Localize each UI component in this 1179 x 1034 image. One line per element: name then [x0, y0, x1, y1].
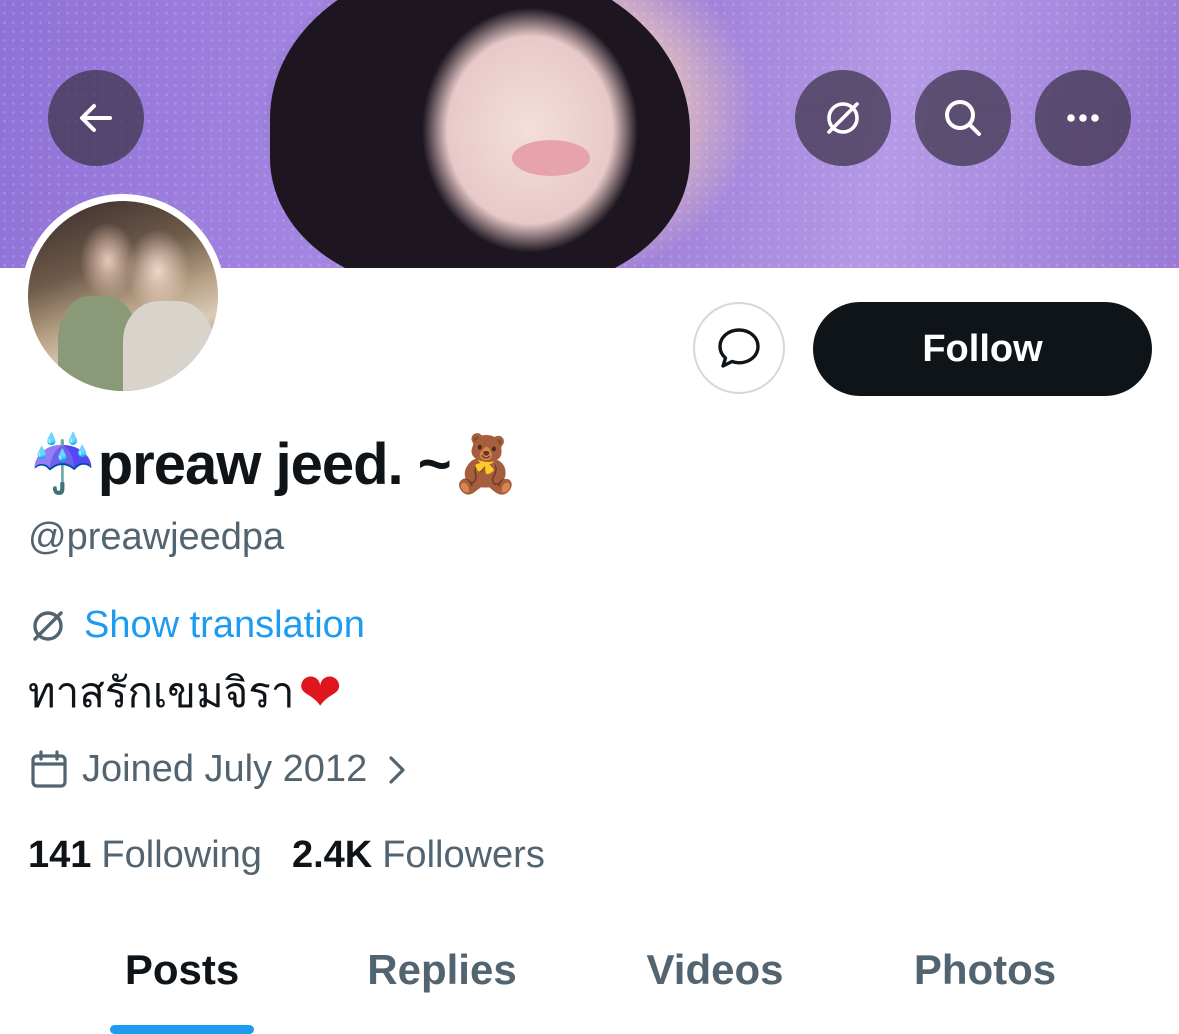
user-handle: @preawjeedpa	[28, 516, 285, 558]
search-icon	[945, 100, 981, 136]
joined-date-text: Joined July 2012	[82, 748, 368, 790]
show-translation-label: Show translation	[84, 604, 365, 646]
back-button[interactable]	[48, 70, 144, 166]
active-tab-indicator	[110, 1025, 254, 1034]
profile-tabs: Posts Replies Videos Photos	[0, 930, 1179, 1034]
avatar-figure-right	[123, 301, 213, 391]
following-count: 141	[28, 834, 92, 876]
joined-date-row[interactable]: Joined July 2012	[30, 748, 409, 791]
more-button[interactable]	[1035, 70, 1131, 166]
banner-photo-detail	[512, 140, 590, 176]
following-label: Following	[101, 834, 262, 876]
translate-button[interactable]	[795, 70, 891, 166]
display-name: ☔ preaw jeed. ~ 🧸	[28, 428, 520, 500]
chevron-right-icon	[389, 755, 405, 784]
tab-posts[interactable]: Posts	[82, 930, 282, 1010]
tab-replies[interactable]: Replies	[332, 930, 552, 1010]
display-name-text: preaw jeed. ~	[97, 431, 452, 497]
umbrella-emoji: ☔	[28, 432, 98, 495]
profile-bio: ทาสรักเขมจิรา ❤	[28, 660, 342, 726]
followers-label: Followers	[382, 834, 545, 876]
followers-count: 2.4K	[291, 834, 373, 876]
followers-link[interactable]: 2.4K Followers	[292, 834, 545, 877]
search-button[interactable]	[915, 70, 1011, 166]
heart-emoji: ❤	[298, 664, 342, 722]
message-button[interactable]	[693, 302, 785, 394]
arrow-left-icon	[80, 104, 112, 132]
avatar-image	[28, 201, 218, 391]
chat-bubble-icon	[718, 328, 760, 368]
tab-videos[interactable]: Videos	[604, 930, 826, 1010]
follow-stats: 141 Following 2.4K Followers	[28, 834, 545, 877]
more-icon	[1067, 114, 1099, 122]
tab-photos[interactable]: Photos	[874, 930, 1096, 1010]
avatar[interactable]	[21, 194, 225, 398]
follow-button[interactable]: Follow	[813, 302, 1152, 396]
teddy-bear-emoji: 🧸	[450, 432, 521, 495]
banner-photo-subject	[270, 0, 690, 268]
show-translation-link[interactable]: Show translation	[28, 604, 365, 647]
translate-icon	[33, 610, 63, 641]
translate-icon	[827, 102, 859, 134]
following-link[interactable]: 141 Following	[28, 834, 262, 877]
calendar-icon	[31, 749, 67, 788]
bio-text: ทาสรักเขมจิรา	[28, 669, 295, 716]
